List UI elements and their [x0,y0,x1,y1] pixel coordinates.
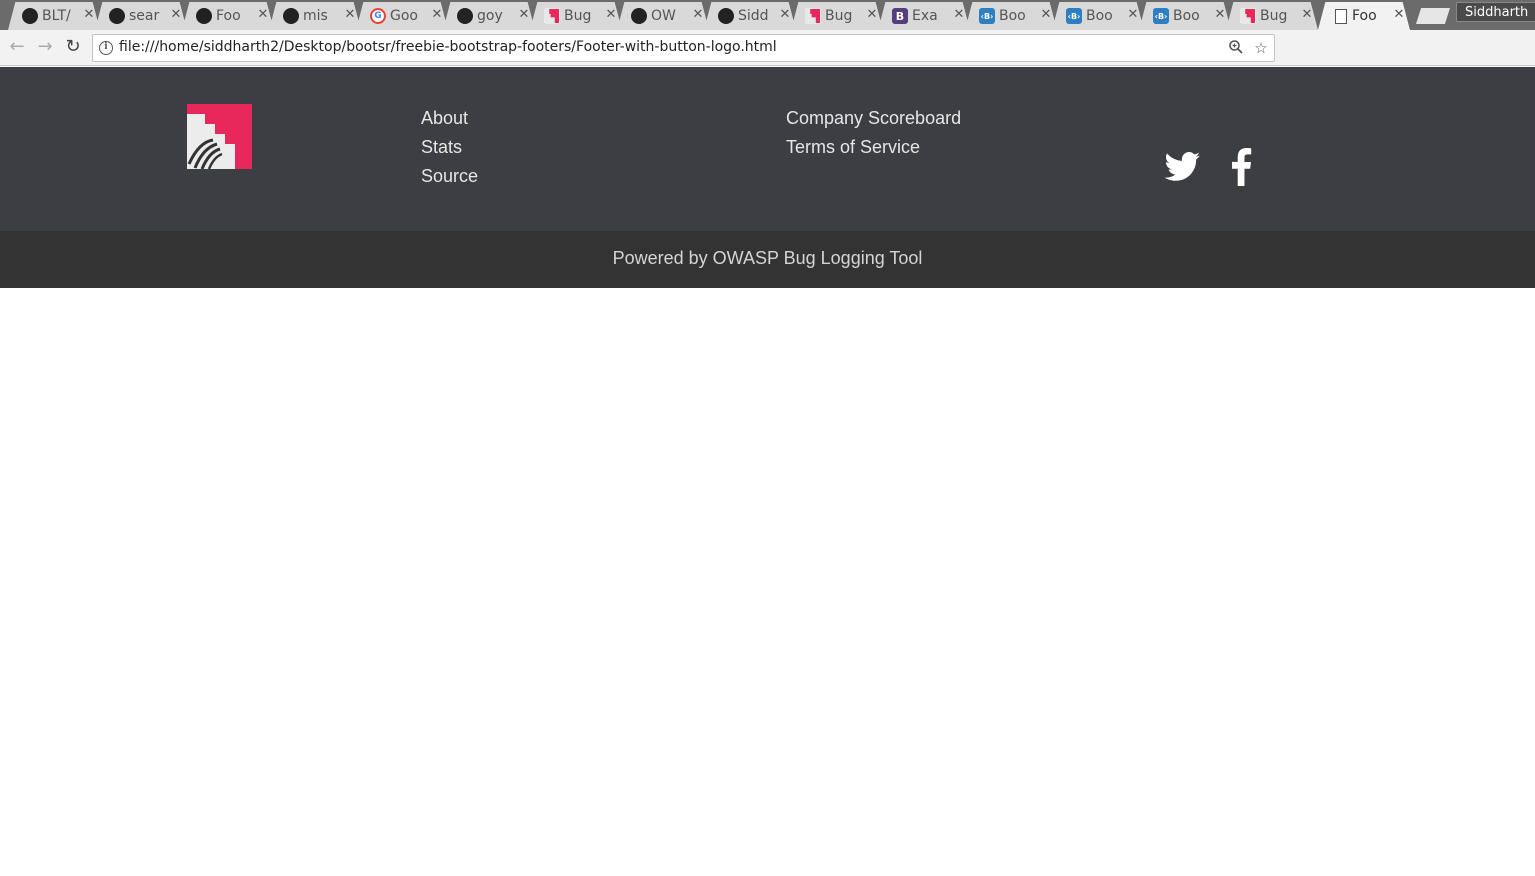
tab-title: mis [303,8,328,24]
close-icon[interactable]: ✕ [256,7,270,23]
close-icon[interactable]: ✕ [865,7,879,23]
bootsnipp-icon: ‹B› [1153,8,1169,24]
footer-copyright-bar: Powered by OWASP Bug Logging Tool [0,231,1535,288]
google-icon: G [370,8,386,24]
browser-tab[interactable]: BLT/ ✕ [8,2,100,30]
tab-strip: BLT/ ✕ sear ✕ Foo ✕ mis ✕ G Goo ✕ goy ✕ … [0,0,1535,30]
github-icon [283,8,299,24]
tab-title: Foo [1352,8,1377,24]
tab-title: Foo [216,8,241,24]
close-icon[interactable]: ✕ [1392,7,1406,23]
address-bar[interactable]: i file:///home/siddharth2/Desktop/bootsr… [92,34,1275,62]
close-icon[interactable]: ✕ [691,7,705,23]
footer-link-about[interactable]: About [421,108,468,129]
github-icon [109,8,125,24]
browser-tab-active[interactable]: Foo ✕ [1318,2,1410,30]
tab-title: BLT/ [42,8,71,24]
close-icon[interactable]: ✕ [604,7,618,23]
browser-tab[interactable]: Bug ✕ [791,2,883,30]
bug-logo-icon [1240,8,1256,24]
profile-button[interactable]: Siddharth [1456,2,1535,22]
footer-link-company-scoreboard[interactable]: Company Scoreboard [786,108,961,129]
browser-tab[interactable]: Sidd ✕ [704,2,796,30]
bootsnipp-icon: ‹B› [979,8,995,24]
github-icon [22,8,38,24]
forward-arrow-icon[interactable]: → [34,36,56,58]
tab-title: Bug [1260,8,1288,24]
close-icon[interactable]: ✕ [1213,7,1227,23]
twitter-icon[interactable] [1164,152,1201,186]
powered-by-text: Powered by OWASP Bug Logging Tool [612,248,923,268]
bug-logo-icon [805,8,821,24]
footer-link-source[interactable]: Source [421,166,478,187]
github-icon [196,8,212,24]
tab-title: goy [477,8,503,24]
close-icon[interactable]: ✕ [952,7,966,23]
tab-title: Bug [825,8,853,24]
reload-icon[interactable]: ↻ [62,36,84,58]
new-tab-button[interactable] [1416,8,1450,24]
close-icon[interactable]: ✕ [82,7,96,23]
bug-logo-icon [544,8,560,24]
back-arrow-icon[interactable]: ← [6,36,28,58]
bootstrap-icon: B [892,8,908,24]
tab-title: Boo [1173,8,1200,24]
browser-tab[interactable]: mis ✕ [269,2,361,30]
browser-tab[interactable]: ‹B› Boo ✕ [965,2,1057,30]
close-icon[interactable]: ✕ [169,7,183,23]
tab-title: Boo [1086,8,1113,24]
browser-tab[interactable]: G Goo ✕ [356,2,448,30]
url-text[interactable]: file:///home/siddharth2/Desktop/bootsr/f… [119,39,777,55]
browser-tab[interactable]: Bug ✕ [530,2,622,30]
browser-tab[interactable]: Bug ✕ [1226,2,1318,30]
owasp-bug-logo[interactable] [187,104,252,170]
browser-tab[interactable]: ‹B› Boo ✕ [1052,2,1144,30]
github-icon [718,8,734,24]
browser-toolbar: ← → ↻ i file:///home/siddharth2/Desktop/… [0,30,1535,87]
browser-tab[interactable]: OW ✕ [617,2,709,30]
close-icon[interactable]: ✕ [343,7,357,23]
close-icon[interactable]: ✕ [1300,7,1314,23]
bookmark-star-icon[interactable]: ☆ [1252,39,1270,57]
tab-title: Exa [912,8,938,24]
browser-tab[interactable]: sear ✕ [95,2,187,30]
close-icon[interactable]: ✕ [1039,7,1053,23]
footer-link-stats[interactable]: Stats [421,137,462,158]
github-icon [457,8,473,24]
footer-main: About Stats Source Company Scoreboard Te… [0,67,1535,231]
document-icon [1332,8,1348,24]
tab-title: Boo [999,8,1026,24]
close-icon[interactable]: ✕ [778,7,792,23]
tab-title: Sidd [738,8,769,24]
tab-title: sear [129,8,160,24]
github-icon [631,8,647,24]
zoom-icon[interactable] [1227,39,1245,57]
tab-title: OW [651,8,676,24]
close-icon[interactable]: ✕ [517,7,531,23]
browser-tab[interactable]: B Exa ✕ [878,2,970,30]
info-icon[interactable]: i [99,41,113,55]
tab-title: Goo [390,8,418,24]
close-icon[interactable]: ✕ [1126,7,1140,23]
tab-title: Bug [564,8,592,24]
footer-link-terms-of-service[interactable]: Terms of Service [786,137,920,158]
close-icon[interactable]: ✕ [430,7,444,23]
browser-tab[interactable]: goy ✕ [443,2,535,30]
browser-tab[interactable]: ‹B› Boo ✕ [1139,2,1231,30]
browser-tab[interactable]: Foo ✕ [182,2,274,30]
bootsnipp-icon: ‹B› [1066,8,1082,24]
facebook-icon[interactable] [1229,148,1253,190]
